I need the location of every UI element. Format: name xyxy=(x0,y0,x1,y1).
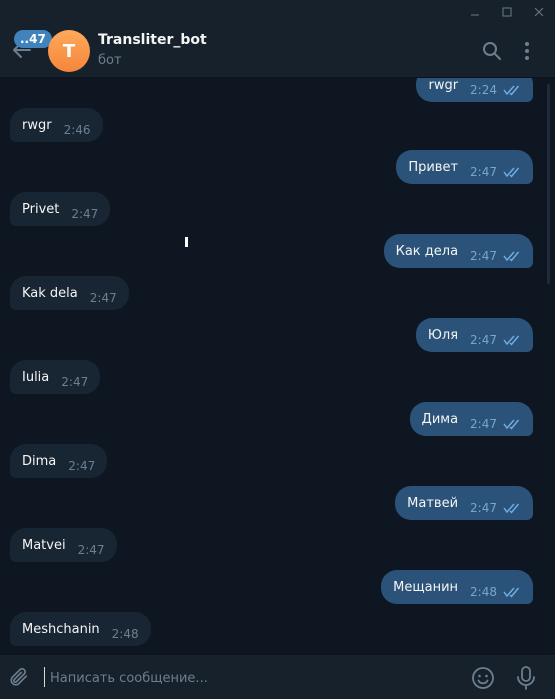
message-time: 2:47 xyxy=(470,501,497,515)
chat-status: бот xyxy=(98,53,122,68)
mouse-cursor xyxy=(185,237,188,247)
message-incoming[interactable]: Iulia 2:47 xyxy=(10,360,101,394)
more-vertical-icon[interactable] xyxy=(515,39,539,63)
message-scrollbar[interactable] xyxy=(540,78,555,654)
message-time: 2:47 xyxy=(77,543,105,557)
message-input[interactable] xyxy=(48,662,452,694)
close-icon[interactable] xyxy=(523,0,555,24)
message-outgoing[interactable]: rwgr 2:24 xyxy=(416,78,533,102)
double-check-icon xyxy=(503,419,520,430)
message-incoming[interactable]: rwgr 2:46 xyxy=(10,108,103,142)
double-check-icon xyxy=(503,85,520,96)
message-list[interactable]: rwgr 2:24 rwgr 2:46 Привет 2:47 Privet 2… xyxy=(0,78,540,654)
avatar[interactable]: T xyxy=(48,30,90,72)
paperclip-icon[interactable] xyxy=(8,666,30,688)
message-outgoing[interactable]: Мещанин 2:48 xyxy=(381,570,533,604)
message-outgoing[interactable]: Привет 2:47 xyxy=(396,150,533,184)
message-time: 2:47 xyxy=(470,249,497,263)
message-time: 2:47 xyxy=(470,417,497,431)
message-outgoing[interactable]: Как дела 2:47 xyxy=(383,234,533,268)
maximize-icon[interactable] xyxy=(491,0,523,24)
message-incoming[interactable]: Dima 2:47 xyxy=(10,444,108,478)
message-outgoing[interactable]: Дима 2:47 xyxy=(409,402,533,436)
message-time: 2:46 xyxy=(63,123,91,137)
double-check-icon xyxy=(503,335,520,346)
chat-title[interactable]: Transliter_bot xyxy=(98,32,207,48)
message-time: 2:48 xyxy=(111,627,139,641)
message-incoming[interactable]: Meshchanin 2:48 xyxy=(10,612,151,646)
double-check-icon xyxy=(503,251,520,262)
message-time: 2:47 xyxy=(89,291,117,305)
text-caret xyxy=(44,667,45,687)
scrollbar-thumb[interactable] xyxy=(547,84,550,284)
message-time: 2:47 xyxy=(470,333,497,347)
message-incoming[interactable]: Kak dela 2:47 xyxy=(10,276,129,310)
search-icon[interactable] xyxy=(480,39,504,63)
message-incoming[interactable]: Privet 2:47 xyxy=(10,192,111,226)
double-check-icon xyxy=(503,167,520,178)
message-time: 2:47 xyxy=(61,375,89,389)
message-time: 2:47 xyxy=(470,165,497,179)
emoji-icon[interactable] xyxy=(471,666,495,690)
message-incoming[interactable]: Matvei 2:47 xyxy=(10,528,117,562)
microphone-icon[interactable] xyxy=(515,665,537,691)
double-check-icon xyxy=(503,503,520,514)
unread-count-badge: ..47 xyxy=(14,30,52,48)
message-outgoing[interactable]: Матвей 2:47 xyxy=(395,486,533,520)
message-outgoing[interactable]: Юля 2:47 xyxy=(415,318,533,352)
message-composer xyxy=(0,654,555,699)
minimize-icon[interactable] xyxy=(459,0,491,24)
chat-header: ..47 T Transliter_bot бот xyxy=(0,24,555,78)
message-time: 2:24 xyxy=(470,83,497,97)
avatar-letter: T xyxy=(62,40,76,62)
message-time: 2:48 xyxy=(470,585,497,599)
message-time: 2:47 xyxy=(68,459,96,473)
window-titlebar xyxy=(0,0,555,24)
message-time: 2:47 xyxy=(71,207,99,221)
double-check-icon xyxy=(503,587,520,598)
